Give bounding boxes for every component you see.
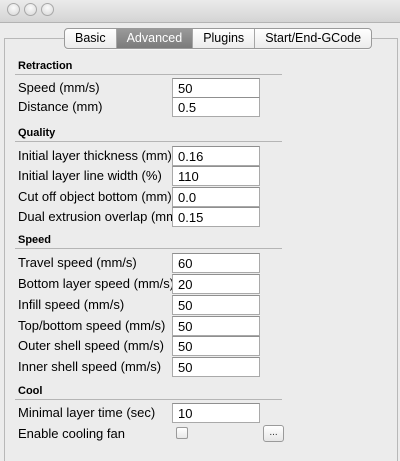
outer-shell-speed-label: Outer shell speed (mm/s) — [18, 338, 164, 353]
infill-speed-input[interactable] — [172, 295, 260, 315]
initial-layer-thickness-label: Initial layer thickness (mm) — [18, 148, 172, 163]
cut-off-object-bottom-label: Cut off object bottom (mm) — [18, 189, 172, 204]
retraction-speed-input[interactable] — [172, 78, 260, 98]
section-divider — [15, 399, 282, 400]
retraction-speed-label: Speed (mm/s) — [18, 80, 100, 95]
section-divider — [15, 141, 282, 142]
tab-advanced[interactable]: Advanced — [115, 29, 193, 48]
tab-basic[interactable]: Basic — [65, 29, 116, 48]
minimize-window-button[interactable] — [24, 3, 37, 16]
close-window-button[interactable] — [7, 3, 20, 16]
settings-tab-bar: Basic Advanced Plugins Start/End-GCode — [64, 28, 373, 49]
travel-speed-label: Travel speed (mm/s) — [18, 255, 137, 270]
tab-plugins[interactable]: Plugins — [192, 29, 254, 48]
top-bottom-speed-label: Top/bottom speed (mm/s) — [18, 318, 166, 333]
retraction-distance-input[interactable] — [172, 97, 260, 117]
inner-shell-speed-label: Inner shell speed (mm/s) — [18, 359, 162, 374]
window-titlebar — [0, 0, 400, 23]
cooling-fan-settings-button[interactable]: ... — [263, 425, 284, 442]
cut-off-object-bottom-input[interactable] — [172, 187, 260, 207]
zoom-window-button[interactable] — [41, 3, 54, 16]
section-header-retraction: Retraction — [18, 60, 73, 72]
top-bottom-speed-input[interactable] — [172, 316, 260, 336]
outer-shell-speed-input[interactable] — [172, 336, 260, 356]
minimal-layer-time-label: Minimal layer time (sec) — [18, 405, 156, 420]
enable-cooling-fan-label: Enable cooling fan — [18, 426, 125, 441]
initial-layer-line-width-label: Initial layer line width (%) — [18, 168, 162, 183]
enable-cooling-fan-checkbox[interactable] — [176, 427, 188, 439]
tab-start-end-gcode[interactable]: Start/End-GCode — [254, 29, 371, 48]
initial-layer-line-width-input[interactable] — [172, 166, 260, 186]
section-divider — [15, 248, 282, 249]
travel-speed-input[interactable] — [172, 253, 260, 273]
dual-extrusion-overlap-label: Dual extrusion overlap (mm) — [18, 209, 182, 224]
minimal-layer-time-input[interactable] — [172, 403, 260, 423]
inner-shell-speed-input[interactable] — [172, 357, 260, 377]
initial-layer-thickness-input[interactable] — [172, 146, 260, 166]
dual-extrusion-overlap-input[interactable] — [172, 207, 260, 227]
infill-speed-label: Infill speed (mm/s) — [18, 297, 125, 312]
section-header-cool: Cool — [18, 385, 43, 397]
retraction-distance-label: Distance (mm) — [18, 99, 103, 114]
section-divider — [15, 74, 282, 75]
section-header-speed: Speed — [18, 234, 52, 246]
bottom-layer-speed-label: Bottom layer speed (mm/s) — [18, 276, 175, 291]
section-header-quality: Quality — [18, 127, 56, 139]
bottom-layer-speed-input[interactable] — [172, 274, 260, 294]
